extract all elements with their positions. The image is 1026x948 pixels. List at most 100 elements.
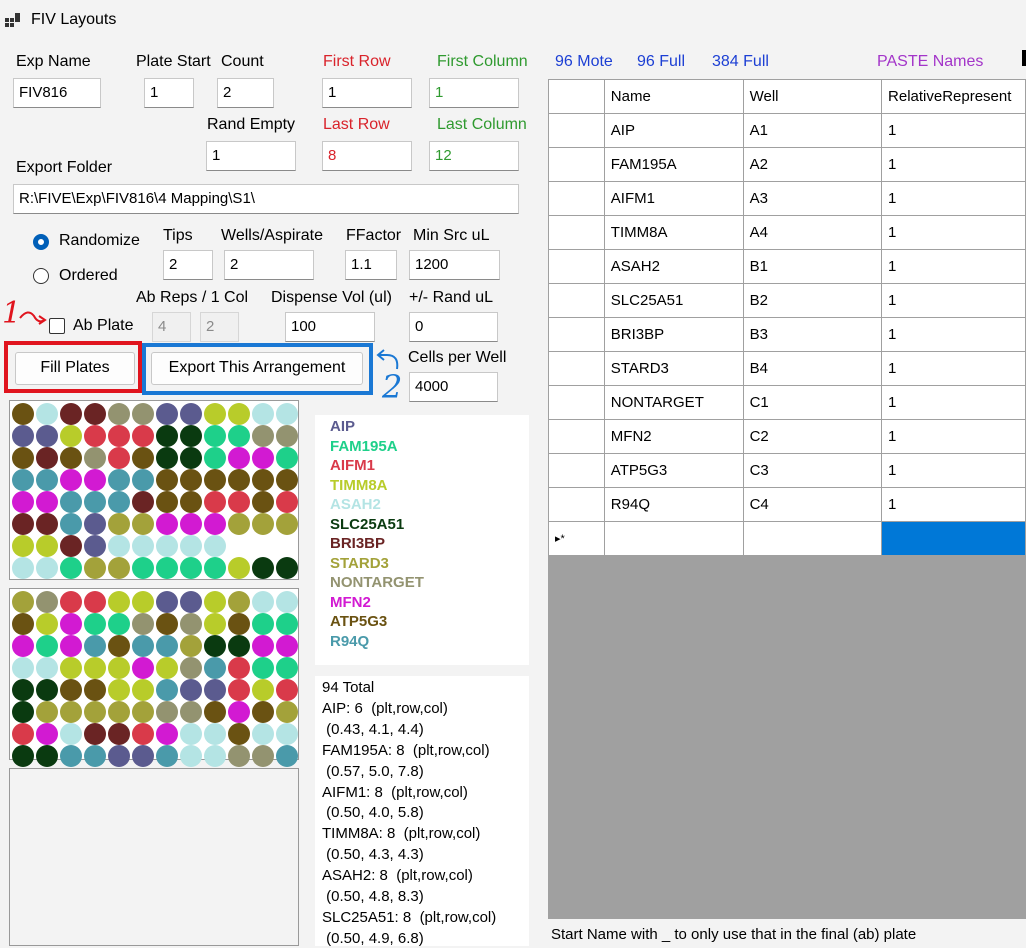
- table-cell[interactable]: A1: [742, 113, 883, 148]
- ffactor-input[interactable]: 1.1: [345, 250, 397, 280]
- new-row-cell[interactable]: [881, 521, 1026, 556]
- first-row-input[interactable]: 1: [322, 78, 412, 108]
- table-cell[interactable]: R94Q: [603, 487, 744, 522]
- table-cell[interactable]: ATP5G3: [603, 453, 744, 488]
- row-header[interactable]: [548, 249, 605, 284]
- first-column-input[interactable]: 1: [429, 78, 519, 108]
- last-row-input[interactable]: 8: [322, 141, 412, 171]
- row-header[interactable]: [548, 351, 605, 386]
- table-row[interactable]: MFN2 C2 1: [548, 419, 1026, 454]
- table-cell[interactable]: STARD3: [603, 351, 744, 386]
- table-cell[interactable]: 1: [881, 147, 1026, 182]
- cells-per-well-input[interactable]: 4000: [409, 372, 498, 402]
- table-cell[interactable]: ASAH2: [603, 249, 744, 284]
- names-grid[interactable]: Name Well RelativeRepresent AIP A1 1 FAM195…: [548, 79, 1026, 919]
- plate-well: [60, 613, 82, 635]
- table-row[interactable]: ATP5G3 C3 1: [548, 453, 1026, 488]
- table-cell[interactable]: MFN2: [603, 419, 744, 454]
- table-cell[interactable]: AIP: [603, 113, 744, 148]
- 96-mote-link[interactable]: 96 Mote: [555, 53, 613, 71]
- new-row-cell[interactable]: [742, 521, 883, 556]
- new-row-marker[interactable]: ▸*: [548, 521, 605, 556]
- table-row[interactable]: R94Q C4 1: [548, 487, 1026, 522]
- export-arrangement-button[interactable]: Export This Arrangement: [151, 352, 363, 385]
- row-header[interactable]: [548, 283, 605, 318]
- 384-full-link[interactable]: 384 Full: [712, 53, 769, 71]
- fill-plates-button[interactable]: Fill Plates: [15, 352, 135, 385]
- table-cell[interactable]: 1: [881, 113, 1026, 148]
- row-header[interactable]: [548, 487, 605, 522]
- exp-name-input[interactable]: FIV816: [13, 78, 101, 108]
- table-cell[interactable]: NONTARGET: [603, 385, 744, 420]
- table-cell[interactable]: 1: [881, 215, 1026, 250]
- row-header[interactable]: [548, 113, 605, 148]
- tips-input[interactable]: 2: [163, 250, 213, 280]
- table-row[interactable]: TIMM8A A4 1: [548, 215, 1026, 250]
- table-cell[interactable]: 1: [881, 385, 1026, 420]
- count-input[interactable]: 2: [217, 78, 274, 108]
- table-row[interactable]: BRI3BP B3 1: [548, 317, 1026, 352]
- table-cell[interactable]: 1: [881, 419, 1026, 454]
- randomize-radio[interactable]: [33, 234, 49, 250]
- table-cell[interactable]: C3: [742, 453, 883, 488]
- row-header[interactable]: [548, 215, 605, 250]
- table-row[interactable]: FAM195A A2 1: [548, 147, 1026, 182]
- grid-header-relative[interactable]: RelativeRepresent: [881, 79, 1026, 114]
- table-cell[interactable]: 1: [881, 317, 1026, 352]
- table-cell[interactable]: A2: [742, 147, 883, 182]
- table-cell[interactable]: B4: [742, 351, 883, 386]
- ab-plate-checkbox[interactable]: [49, 318, 65, 334]
- table-cell[interactable]: 1: [881, 487, 1026, 522]
- row-header[interactable]: [548, 181, 605, 216]
- table-cell[interactable]: FAM195A: [603, 147, 744, 182]
- ordered-radio[interactable]: [33, 268, 49, 284]
- row-header[interactable]: [548, 419, 605, 454]
- new-row-cell[interactable]: [603, 521, 744, 556]
- table-cell[interactable]: SLC25A51: [603, 283, 744, 318]
- table-cell[interactable]: TIMM8A: [603, 215, 744, 250]
- table-cell[interactable]: 1: [881, 453, 1026, 488]
- stats-line: SLC25A51: 8 (plt,row,col): [322, 908, 497, 926]
- table-row[interactable]: ASAH2 B1 1: [548, 249, 1026, 284]
- table-row[interactable]: SLC25A51 B2 1: [548, 283, 1026, 318]
- plate-start-input[interactable]: 1: [144, 78, 194, 108]
- table-cell[interactable]: 1: [881, 249, 1026, 284]
- plate-well: [156, 723, 178, 745]
- table-cell[interactable]: A3: [742, 181, 883, 216]
- table-cell[interactable]: A4: [742, 215, 883, 250]
- table-cell[interactable]: B3: [742, 317, 883, 352]
- new-row[interactable]: ▸*: [548, 521, 1026, 556]
- row-header[interactable]: [548, 385, 605, 420]
- plate-well: [108, 469, 130, 491]
- grid-header-name[interactable]: Name: [603, 79, 744, 114]
- table-cell[interactable]: AIFM1: [603, 181, 744, 216]
- table-cell[interactable]: C1: [742, 385, 883, 420]
- table-row[interactable]: AIP A1 1: [548, 113, 1026, 148]
- row-header[interactable]: [548, 317, 605, 352]
- table-cell[interactable]: B2: [742, 283, 883, 318]
- table-cell[interactable]: 1: [881, 283, 1026, 318]
- last-column-input[interactable]: 12: [429, 141, 519, 171]
- grid-header-well[interactable]: Well: [742, 79, 883, 114]
- table-row[interactable]: NONTARGET C1 1: [548, 385, 1026, 420]
- paste-names-link[interactable]: PASTE Names: [877, 53, 983, 71]
- export-folder-input[interactable]: R:\FIVE\Exp\FIV816\4 Mapping\S1\: [13, 184, 519, 214]
- table-cell[interactable]: C2: [742, 419, 883, 454]
- table-row[interactable]: AIFM1 A3 1: [548, 181, 1026, 216]
- min-src-ul-input[interactable]: 1200: [409, 250, 500, 280]
- rand-ul-input[interactable]: 0: [409, 312, 498, 342]
- dispense-vol-input[interactable]: 100: [285, 312, 375, 342]
- table-row[interactable]: STARD3 B4 1: [548, 351, 1026, 386]
- table-cell[interactable]: C4: [742, 487, 883, 522]
- table-cell[interactable]: BRI3BP: [603, 317, 744, 352]
- table-cell[interactable]: 1: [881, 351, 1026, 386]
- plate-well: [12, 557, 34, 579]
- rand-empty-input[interactable]: 1: [206, 141, 296, 171]
- 96-full-link[interactable]: 96 Full: [637, 53, 685, 71]
- row-header[interactable]: [548, 147, 605, 182]
- table-cell[interactable]: B1: [742, 249, 883, 284]
- row-header[interactable]: [548, 453, 605, 488]
- wells-aspirate-input[interactable]: 2: [224, 250, 314, 280]
- table-cell[interactable]: 1: [881, 181, 1026, 216]
- grid-corner-header[interactable]: [548, 79, 605, 114]
